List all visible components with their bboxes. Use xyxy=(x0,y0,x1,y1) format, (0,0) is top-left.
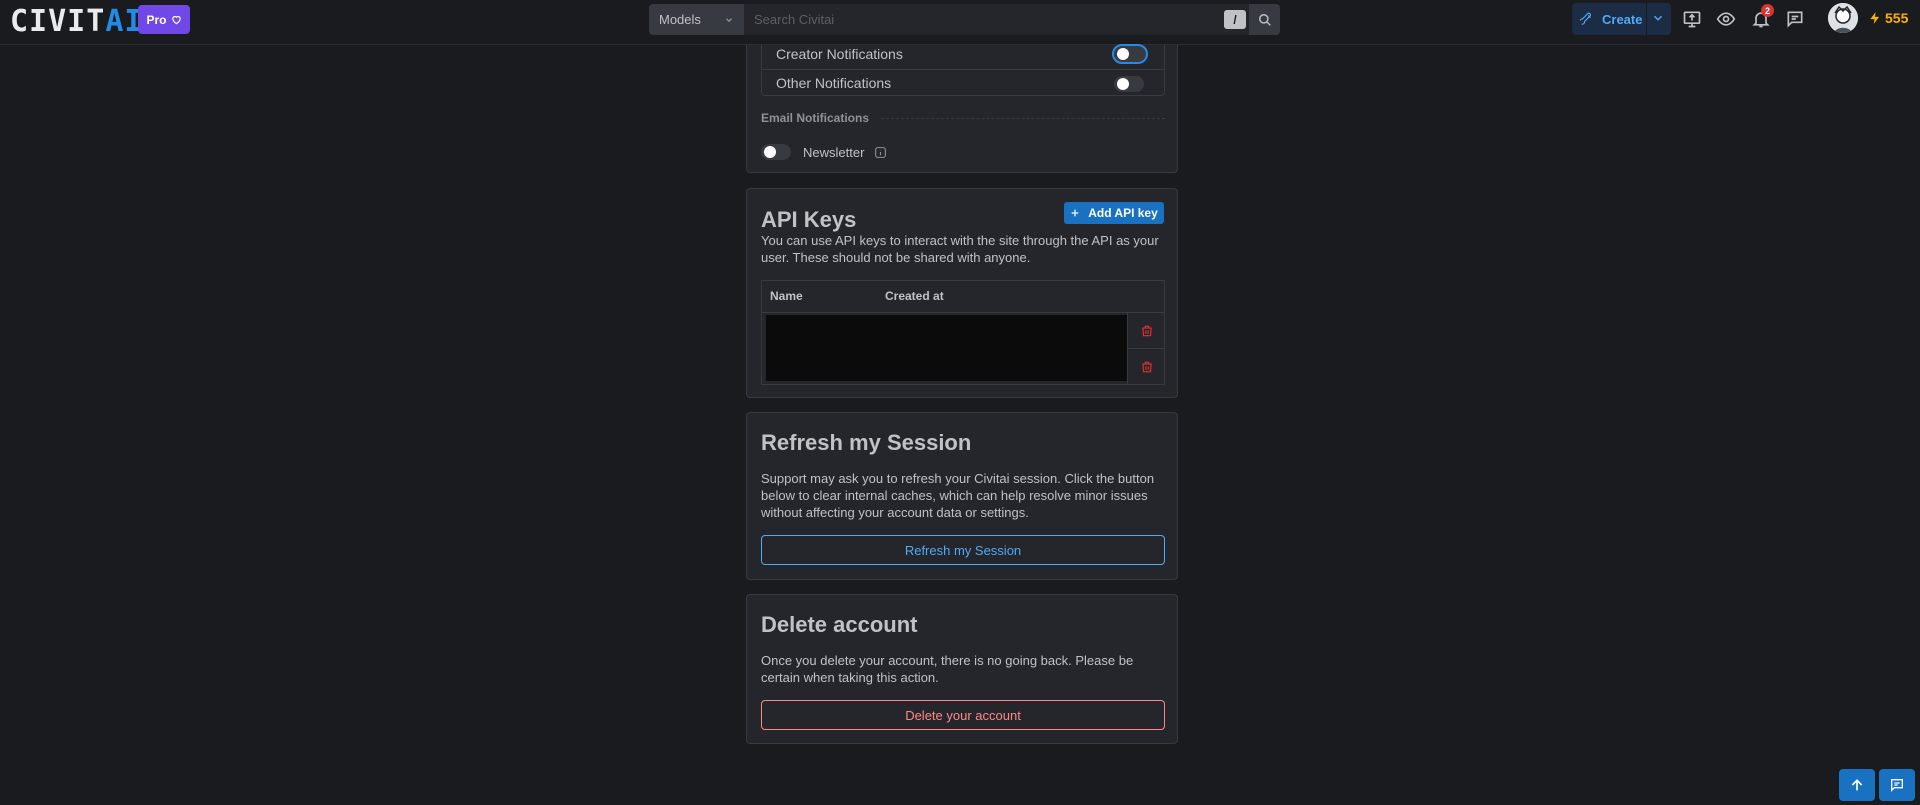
column-header-name: Name xyxy=(770,289,803,303)
search-input[interactable] xyxy=(744,4,1249,35)
pro-badge-button[interactable]: Pro xyxy=(138,5,190,34)
buzz-amount: 555 xyxy=(1885,10,1909,26)
email-section-label: Email Notifications xyxy=(761,111,870,125)
arrow-up-icon xyxy=(1851,779,1863,791)
lightning-icon xyxy=(1870,12,1880,24)
pro-label: Pro xyxy=(146,12,167,27)
refresh-session-card: Refresh my Session Support may ask you t… xyxy=(746,412,1178,580)
refresh-session-button[interactable]: Refresh my Session xyxy=(761,535,1165,565)
creator-notifications-toggle[interactable] xyxy=(1112,44,1148,64)
trash-icon[interactable] xyxy=(1140,360,1154,374)
other-notifications-toggle[interactable] xyxy=(1114,76,1144,92)
search-scope-select[interactable]: Models xyxy=(649,4,744,35)
email-notifications-divider: Email Notifications xyxy=(761,111,1165,125)
plus-icon xyxy=(1071,209,1079,217)
notification-row-other: Other Notifications xyxy=(762,70,1164,96)
delete-account-button[interactable]: Delete your account xyxy=(761,700,1165,730)
newsletter-toggle[interactable] xyxy=(761,144,791,160)
logo-main: CIVIT xyxy=(10,4,106,39)
notification-list: Creator Notifications Other Notification… xyxy=(761,44,1165,96)
chevron-down-icon xyxy=(726,17,732,22)
notification-label: Other Notifications xyxy=(776,75,892,91)
support-chat-button[interactable] xyxy=(1879,769,1915,801)
upload-screen-icon[interactable] xyxy=(1681,8,1703,30)
notification-settings-card: Creator Notifications Other Notification… xyxy=(746,44,1178,173)
delete-account-title: Delete account xyxy=(761,612,918,637)
redacted-api-keys xyxy=(766,315,1127,381)
create-label: Create xyxy=(1602,11,1643,27)
user-avatar[interactable] xyxy=(1828,3,1858,33)
search-bar: Models / xyxy=(649,4,1280,35)
chevron-down-icon[interactable] xyxy=(1651,11,1665,25)
chat-icon[interactable] xyxy=(1784,8,1806,30)
refresh-session-title: Refresh my Session xyxy=(761,430,972,455)
civitai-logo[interactable]: CIVITAI xyxy=(10,7,143,37)
heart-icon xyxy=(171,15,181,25)
api-keys-card: API Keys Add API key You can use API key… xyxy=(746,188,1178,398)
api-keys-title: API Keys xyxy=(761,207,857,232)
search-icon xyxy=(1258,13,1271,26)
buzz-balance[interactable]: 555 xyxy=(1868,10,1908,26)
delete-account-description: Once you delete your account, there is n… xyxy=(761,653,1134,685)
notification-label: Creator Notifications xyxy=(776,45,903,62)
add-api-key-label: Add API key xyxy=(1088,206,1158,220)
api-keys-description: You can use API keys to interact with th… xyxy=(761,233,1159,265)
brush-icon xyxy=(1580,12,1591,25)
search-button[interactable] xyxy=(1249,4,1280,35)
api-keys-table: Name Created at xyxy=(761,280,1165,385)
newsletter-label: Newsletter xyxy=(803,144,865,160)
search-scope-value: Models xyxy=(659,12,701,27)
notification-row-creator: Creator Notifications xyxy=(762,38,1164,70)
scroll-to-top-button[interactable] xyxy=(1839,769,1875,801)
chat-icon xyxy=(1891,779,1903,792)
create-button[interactable]: Create xyxy=(1572,3,1671,35)
trash-icon[interactable] xyxy=(1140,324,1154,338)
eye-icon[interactable] xyxy=(1715,8,1737,30)
add-api-key-button[interactable]: Add API key xyxy=(1064,202,1164,224)
info-icon[interactable] xyxy=(874,146,887,159)
notification-count-badge: 2 xyxy=(1761,4,1774,17)
newsletter-row: Newsletter xyxy=(761,141,887,163)
column-header-created-at: Created at xyxy=(885,289,944,303)
delete-account-card: Delete account Once you delete your acco… xyxy=(746,594,1178,744)
refresh-session-description: Support may ask you to refresh your Civi… xyxy=(761,471,1155,520)
search-shortcut-key: / xyxy=(1224,10,1246,29)
